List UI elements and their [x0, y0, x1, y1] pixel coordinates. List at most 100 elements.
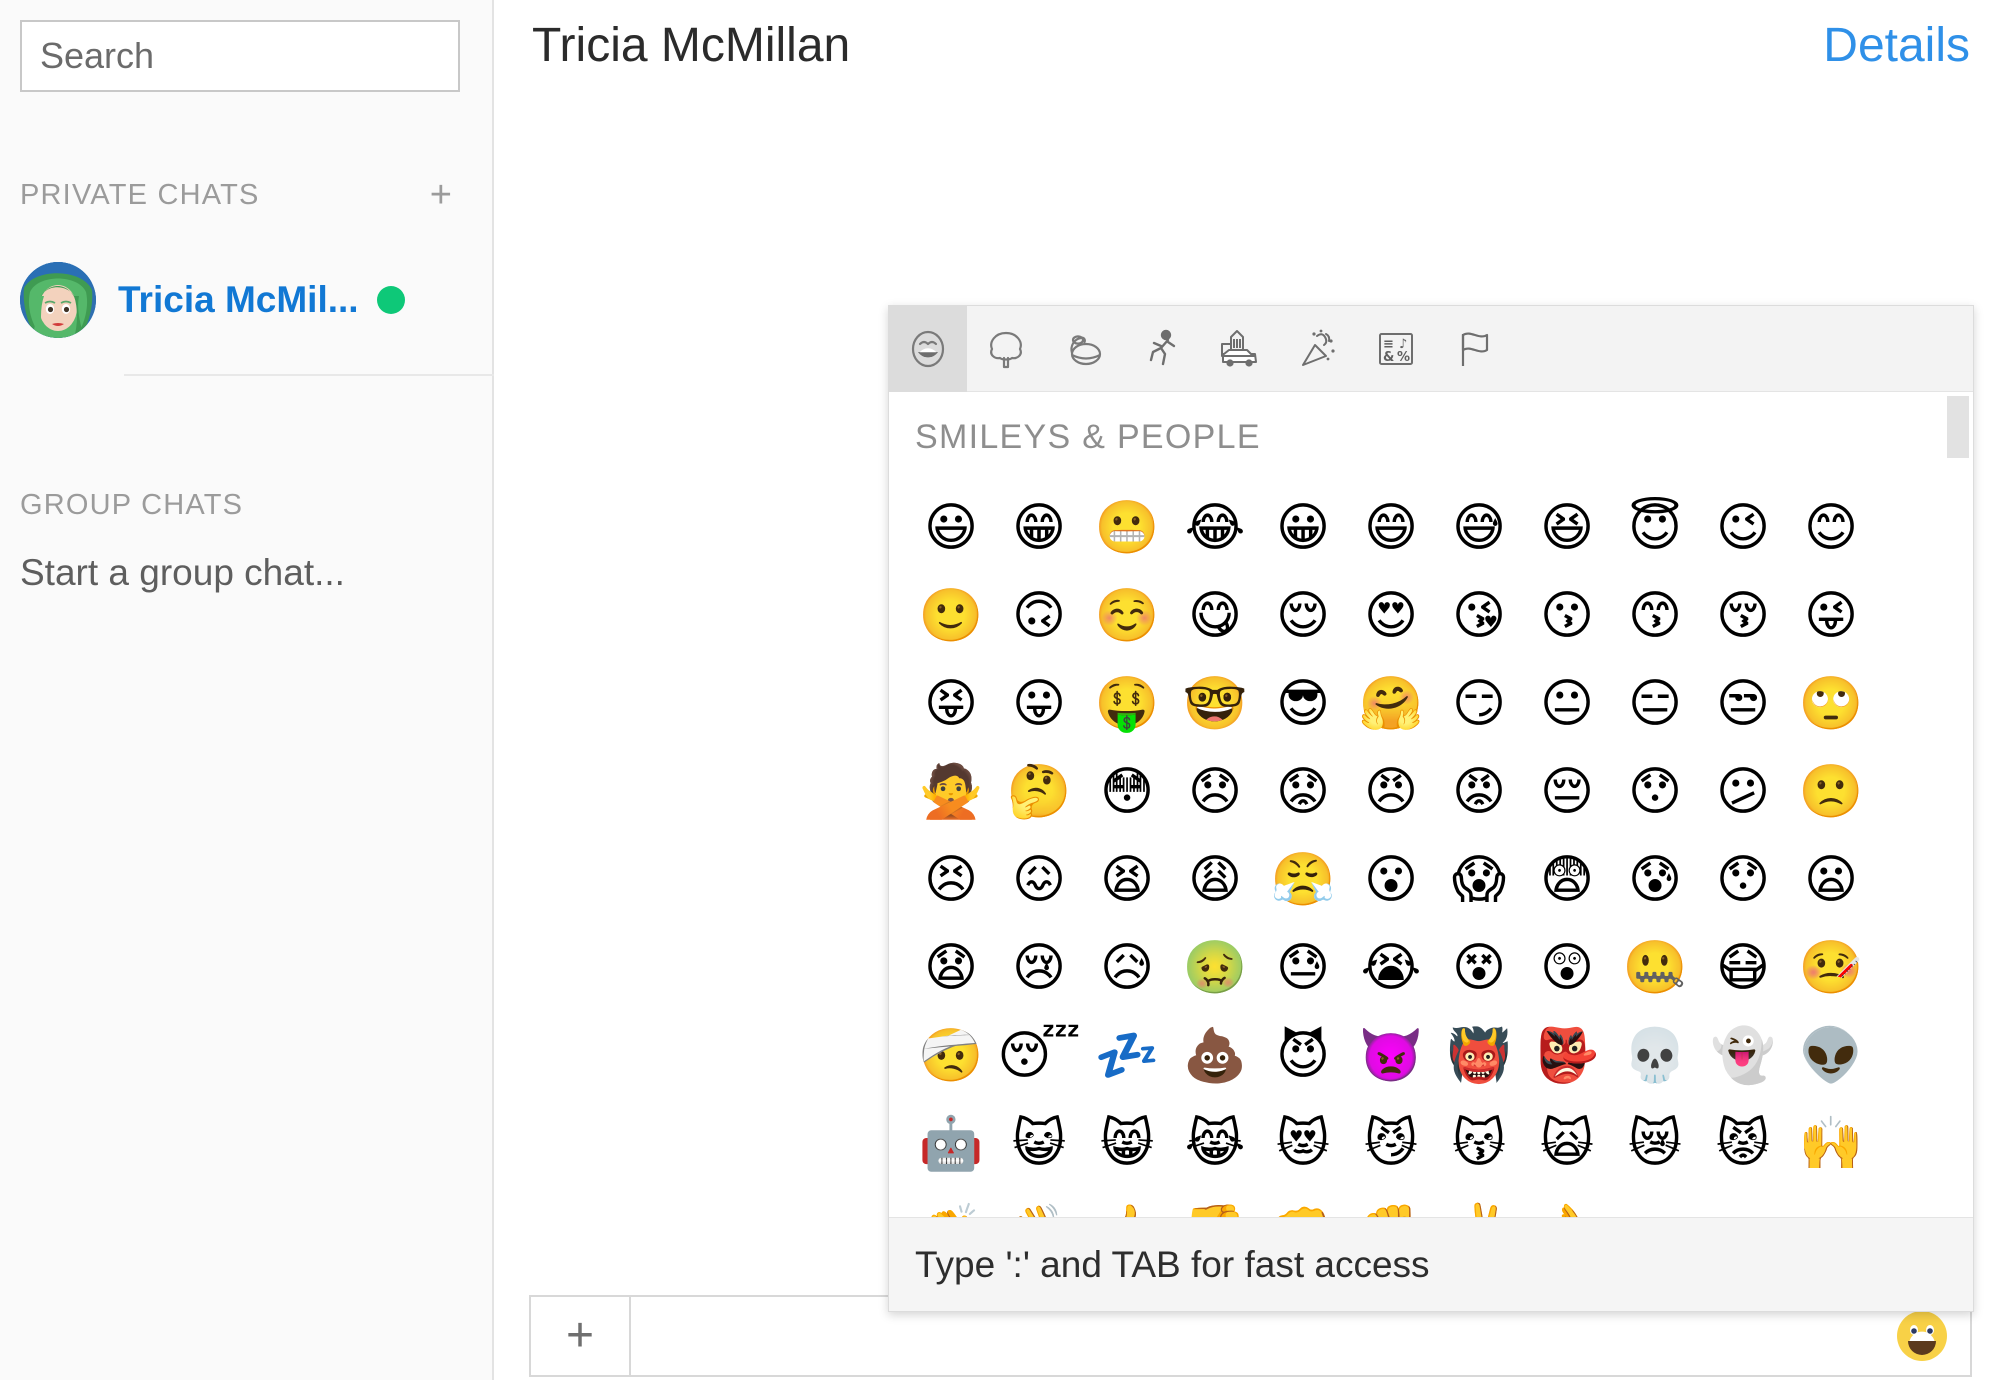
emoji-cell[interactable]: 👿	[1347, 1012, 1435, 1100]
emoji-cell[interactable]: 😔	[1523, 748, 1611, 836]
emoji-cell[interactable]: 😸	[1083, 1100, 1171, 1188]
emoji-cell[interactable]: ✌️	[1435, 1188, 1523, 1217]
emoji-scrollbar-thumb[interactable]	[1947, 396, 1969, 458]
emoji-cell[interactable]: 😲	[1523, 924, 1611, 1012]
emoji-cell[interactable]: 🙃	[995, 572, 1083, 660]
emoji-cell[interactable]: 🙂	[907, 572, 995, 660]
emoji-cell[interactable]: 🙅	[907, 748, 995, 836]
emoji-cell[interactable]: 😯	[1699, 836, 1787, 924]
emoji-cell[interactable]: 👽	[1787, 1012, 1875, 1100]
emoji-cell[interactable]: 😉	[1699, 484, 1787, 572]
emoji-cell[interactable]: 😊	[1787, 484, 1875, 572]
emoji-cell[interactable]: 😱	[1435, 836, 1523, 924]
emoji-cell[interactable]: 😂	[1171, 484, 1259, 572]
emoji-cell[interactable]: 🤔	[995, 748, 1083, 836]
emoji-cell[interactable]: 😆	[1523, 484, 1611, 572]
emoji-cell[interactable]: 😄	[1347, 484, 1435, 572]
emoji-cell[interactable]: 😭	[1347, 924, 1435, 1012]
emoji-cell[interactable]: 😈	[1259, 1012, 1347, 1100]
emoji-cell[interactable]: 😀	[1259, 484, 1347, 572]
search-input[interactable]	[20, 20, 460, 92]
start-group-chat-button[interactable]: Start a group chat...	[20, 552, 345, 594]
emoji-cell[interactable]: 💩	[1171, 1012, 1259, 1100]
emoji-cell[interactable]: 😙	[1611, 572, 1699, 660]
emoji-cell[interactable]: 😃	[907, 484, 995, 572]
details-button[interactable]: Details	[1823, 18, 1970, 73]
emoji-cell[interactable]: 🤒	[1787, 924, 1875, 1012]
emoji-cell[interactable]: 😞	[1171, 748, 1259, 836]
tab-smileys-people[interactable]	[889, 306, 967, 392]
emoji-cell[interactable]: 💀	[1611, 1012, 1699, 1100]
emoji-cell[interactable]: 😎	[1259, 660, 1347, 748]
emoji-cell[interactable]: 😡	[1435, 748, 1523, 836]
emoji-cell[interactable]: 😧	[907, 924, 995, 1012]
emoji-cell[interactable]: 🤖	[907, 1100, 995, 1188]
emoji-cell[interactable]: 👊	[1259, 1188, 1347, 1217]
tab-objects[interactable]	[1279, 306, 1357, 392]
tab-activity[interactable]	[1123, 306, 1201, 392]
emoji-cell[interactable]: 😾	[1699, 1100, 1787, 1188]
emoji-cell[interactable]: 😷	[1699, 924, 1787, 1012]
emoji-cell[interactable]: 😦	[1787, 836, 1875, 924]
emoji-cell[interactable]: 😝	[907, 660, 995, 748]
emoji-cell[interactable]: 😨	[1523, 836, 1611, 924]
emoji-cell[interactable]: 😰	[1611, 836, 1699, 924]
emoji-cell[interactable]: 👏	[907, 1188, 995, 1217]
emoji-cell[interactable]: ☺️	[1083, 572, 1171, 660]
search-box[interactable]	[20, 20, 460, 92]
emoji-cell[interactable]: 😫	[1083, 836, 1171, 924]
emoji-cell[interactable]: 🤕	[907, 1012, 995, 1100]
emoji-cell[interactable]: 😍	[1347, 572, 1435, 660]
emoji-cell[interactable]: 😓	[1259, 924, 1347, 1012]
emoji-cell[interactable]: 👹	[1435, 1012, 1523, 1100]
emoji-cell[interactable]: 😿	[1611, 1100, 1699, 1188]
tab-food-drink[interactable]	[1045, 306, 1123, 392]
tab-flags[interactable]	[1435, 306, 1513, 392]
emoji-cell[interactable]: 😌	[1259, 572, 1347, 660]
emoji-cell[interactable]: 😬	[1083, 484, 1171, 572]
emoji-cell[interactable]: 👺	[1523, 1012, 1611, 1100]
emoji-cell[interactable]: 💤	[1083, 1012, 1171, 1100]
add-private-chat-button[interactable]: +	[422, 176, 460, 214]
emoji-cell[interactable]: 😵	[1435, 924, 1523, 1012]
emoji-cell[interactable]: 😳	[1083, 748, 1171, 836]
emoji-cell[interactable]: 😟	[1259, 748, 1347, 836]
emoji-cell[interactable]: 😮	[1347, 836, 1435, 924]
emoji-cell[interactable]: 🤓	[1171, 660, 1259, 748]
emoji-cell[interactable]: 😕	[1699, 748, 1787, 836]
emoji-cell[interactable]: 👋	[995, 1188, 1083, 1217]
emoji-cell[interactable]: 😻	[1259, 1100, 1347, 1188]
emoji-cell[interactable]: 😐	[1523, 660, 1611, 748]
emoji-cell[interactable]: 😛	[995, 660, 1083, 748]
emoji-cell[interactable]: 🤐	[1611, 924, 1699, 1012]
emoji-cell[interactable]: 👌	[1523, 1188, 1611, 1217]
emoji-cell[interactable]: ✊	[1347, 1188, 1435, 1217]
sidebar-item-tricia-mcmillan[interactable]: Tricia McMil...	[20, 262, 460, 338]
emoji-cell[interactable]: 🤑	[1083, 660, 1171, 748]
emoji-cell[interactable]: 😩	[1171, 836, 1259, 924]
emoji-cell[interactable]: 😺	[995, 1100, 1083, 1188]
tab-travel-places[interactable]	[1201, 306, 1279, 392]
emoji-cell[interactable]: 👍	[1083, 1188, 1171, 1217]
emoji-cell[interactable]: 👻	[1699, 1012, 1787, 1100]
emoji-cell[interactable]: 😋	[1171, 572, 1259, 660]
emoji-cell[interactable]: 😼	[1347, 1100, 1435, 1188]
emoji-cell[interactable]: 😒	[1699, 660, 1787, 748]
emoji-cell[interactable]: 😏	[1435, 660, 1523, 748]
tab-animals-nature[interactable]	[967, 306, 1045, 392]
emoji-scroll-area[interactable]: SMILEYS & PEOPLE 😃 😁 😬 😂 😀 😄 😅 😆 😇 😉 😊 🙂 🙃 ☺️ 😋 😌 😍 😘 😗 😙 😚 😜…	[889, 392, 1973, 1217]
emoji-cell[interactable]: 🤢	[1171, 924, 1259, 1012]
emoji-cell[interactable]: 🙀	[1523, 1100, 1611, 1188]
emoji-cell[interactable]: 😹	[1171, 1100, 1259, 1188]
emoji-cell[interactable]: 😘	[1435, 572, 1523, 660]
emoji-cell[interactable]: 🙌	[1787, 1100, 1875, 1188]
emoji-cell[interactable]: 😚	[1699, 572, 1787, 660]
emoji-cell[interactable]: 😤	[1259, 836, 1347, 924]
emoji-cell[interactable]: 😯	[1611, 748, 1699, 836]
tab-symbols[interactable]: ≡ ♪ & %	[1357, 306, 1435, 392]
emoji-cell[interactable]: 😜	[1787, 572, 1875, 660]
emoji-cell[interactable]: 🙁	[1787, 748, 1875, 836]
emoji-cell[interactable]: 😣	[907, 836, 995, 924]
emoji-cell[interactable]: 😥	[1083, 924, 1171, 1012]
attach-button[interactable]: +	[531, 1297, 631, 1375]
